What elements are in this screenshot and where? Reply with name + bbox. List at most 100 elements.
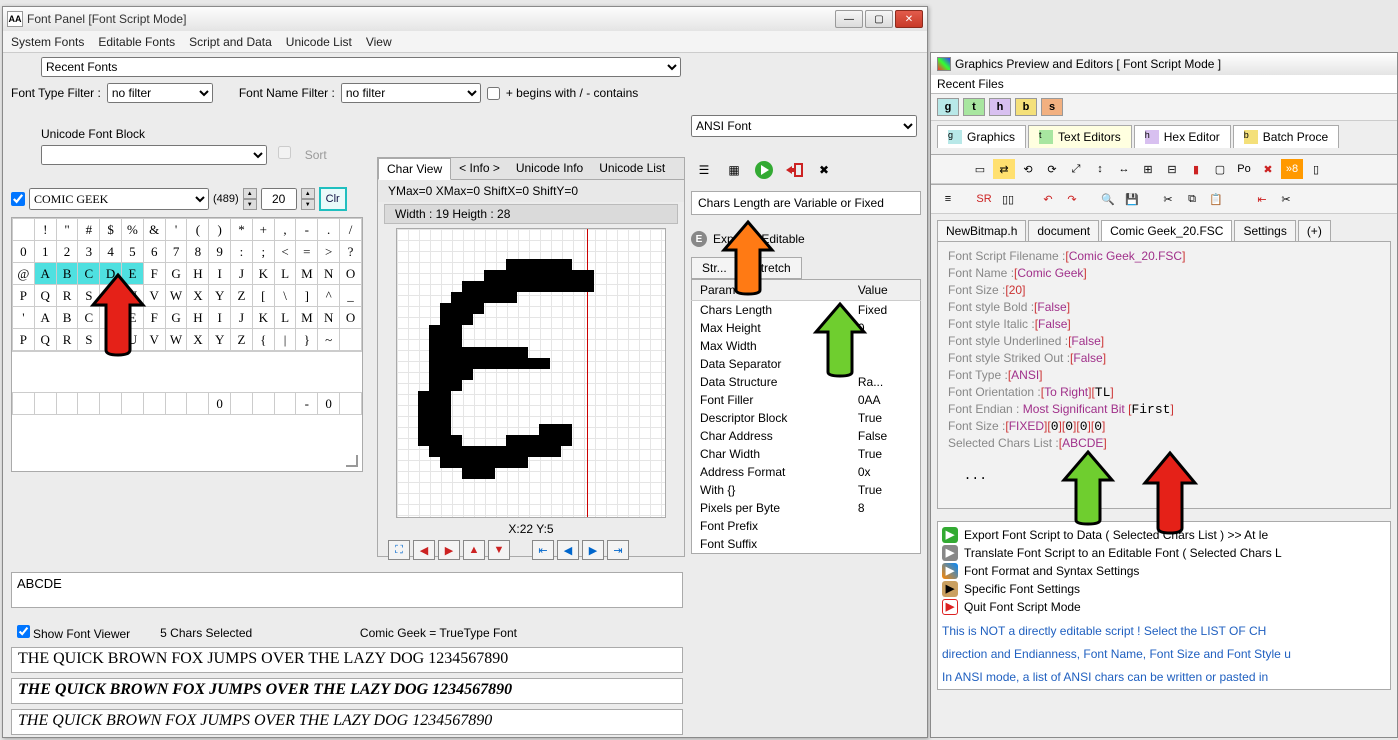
tool-icon[interactable]: »8 <box>1281 159 1303 179</box>
glyph-cell[interactable]: N <box>318 263 340 285</box>
nav-fit-icon[interactable]: ⛶ <box>388 540 410 560</box>
tab-structure[interactable]: Str... <box>691 257 738 279</box>
glyph-cell[interactable]: ? <box>340 241 362 263</box>
tool-icon[interactable]: ⊟ <box>1161 159 1183 179</box>
cut-icon[interactable]: ✂ <box>1157 189 1179 209</box>
glyph-cell[interactable]: D <box>100 263 122 285</box>
glyph-cell[interactable]: L <box>274 307 296 329</box>
tool-icon[interactable]: ▭ <box>969 159 991 179</box>
glyph-cell[interactable]: W <box>165 285 187 307</box>
glyph-cell[interactable]: ' <box>13 307 35 329</box>
glyph-cell[interactable]: 3 <box>78 241 100 263</box>
count-spinner[interactable]: ▲▼ <box>243 188 257 210</box>
glyph-cell[interactable]: H <box>187 263 209 285</box>
tool-icon[interactable]: ↔ <box>1113 159 1135 179</box>
glyph-cell[interactable]: ; <box>252 241 274 263</box>
maximize-button[interactable]: ▢ <box>865 10 893 28</box>
show-viewer-checkbox[interactable] <box>17 625 30 638</box>
nav-next2-icon[interactable]: ▶ <box>582 540 604 560</box>
action-item[interactable]: ▶Quit Font Script Mode <box>942 598 1386 616</box>
nav-prev-icon[interactable]: ◀ <box>413 540 435 560</box>
exit-icon[interactable]: ⇤ <box>1251 189 1273 209</box>
glyph-cell[interactable]: < <box>274 241 296 263</box>
right-tab[interactable]: hHex Editor <box>1134 125 1231 148</box>
glyph-cell[interactable]: T <box>100 329 122 351</box>
tab-info[interactable]: < Info > <box>451 158 508 179</box>
menu-icon[interactable]: ≡ <box>937 189 959 209</box>
glyph-cell[interactable]: & <box>143 219 165 241</box>
glyph-cell[interactable]: > <box>318 241 340 263</box>
code-area[interactable]: Font Script Filename :[Comic Geek_20.FSC… <box>937 241 1391 509</box>
export-icon[interactable] <box>781 157 807 183</box>
font-name-select[interactable]: COMIC GEEK <box>29 188 209 210</box>
glyph-cell[interactable]: K <box>252 307 274 329</box>
glyph-cell[interactable]: R <box>56 329 78 351</box>
glyph-cell[interactable]: Z <box>231 285 253 307</box>
glyph-cell[interactable]: U <box>122 329 144 351</box>
size-spinner[interactable]: ▲▼ <box>301 188 315 210</box>
recent-files-label[interactable]: Recent Files <box>931 75 1397 94</box>
glyph-cell[interactable]: $ <box>100 219 122 241</box>
right-tab[interactable]: bBatch Proce <box>1233 125 1339 148</box>
tool-icon[interactable]: ▢ <box>1209 159 1231 179</box>
file-chip[interactable]: b <box>1015 98 1037 116</box>
nav-prev2-icon[interactable]: ◀ <box>557 540 579 560</box>
glyph-cell[interactable]: 7 <box>165 241 187 263</box>
glyph-cell[interactable]: Y <box>209 329 231 351</box>
find-icon[interactable]: 🔍 <box>1097 189 1119 209</box>
glyph-cell[interactable]: \ <box>274 285 296 307</box>
redo-icon[interactable]: ↷ <box>1061 189 1083 209</box>
columns-icon[interactable]: ▯▯ <box>997 189 1019 209</box>
glyph-cell[interactable]: ] <box>296 285 318 307</box>
glyph-cell[interactable]: B <box>56 307 78 329</box>
glyph-cell[interactable]: O <box>340 263 362 285</box>
action-item[interactable]: ▶Specific Font Settings <box>942 580 1386 598</box>
recent-fonts-select[interactable]: Recent Fonts <box>41 57 681 77</box>
encoding-select[interactable]: ANSI Font <box>691 115 917 137</box>
font-size-input[interactable] <box>261 188 297 210</box>
glyph-cell[interactable]: W <box>165 329 187 351</box>
tool-icon[interactable]: Po <box>1233 159 1255 179</box>
glyph-cell[interactable] <box>340 329 362 351</box>
glyph-cell[interactable]: B <box>56 263 78 285</box>
tab-unicode-info[interactable]: Unicode Info <box>508 158 591 179</box>
file-chip[interactable]: t <box>963 98 985 116</box>
play-icon[interactable] <box>751 157 777 183</box>
glyph-cell[interactable]: L <box>274 263 296 285</box>
glyph-cell[interactable] <box>13 219 35 241</box>
glyph-cell[interactable]: ' <box>165 219 187 241</box>
glyph-cell[interactable]: 9 <box>209 241 231 263</box>
font-type-filter-select[interactable]: no filter <box>107 83 213 103</box>
glyph-cell[interactable]: D <box>100 307 122 329</box>
action-item[interactable]: ▶Font Format and Syntax Settings <box>942 562 1386 580</box>
glyph-cell[interactable]: Q <box>34 329 56 351</box>
glyph-cell[interactable]: [ <box>252 285 274 307</box>
selected-chars-box[interactable]: ABCDE <box>11 572 683 608</box>
doc-tab[interactable]: NewBitmap.h <box>937 220 1026 241</box>
glyph-cell[interactable]: / <box>340 219 362 241</box>
tool-icon[interactable]: ⤢ <box>1065 159 1087 179</box>
glyph-cell[interactable]: + <box>252 219 274 241</box>
paste-icon[interactable]: 📋 <box>1205 189 1227 209</box>
tool-icon[interactable]: ⟳ <box>1041 159 1063 179</box>
glyph-cell[interactable]: R <box>56 285 78 307</box>
glyph-cell[interactable]: V <box>143 329 165 351</box>
tool-icon[interactable]: ▯ <box>1305 159 1327 179</box>
copy-icon[interactable]: ⧉ <box>1181 189 1203 209</box>
tab-stretch[interactable]: Stretch <box>742 257 802 279</box>
glyph-grid[interactable]: !"#$%&'()*+,-./0123456789:;<=>?@ABCDEFGH… <box>11 217 363 472</box>
doc-tab[interactable]: (+) <box>1298 220 1331 241</box>
nav-first-icon[interactable]: ⇤ <box>532 540 554 560</box>
glyph-cell[interactable]: X <box>187 285 209 307</box>
glyph-cell[interactable]: 0 <box>13 241 35 263</box>
glyph-cell[interactable]: - <box>296 219 318 241</box>
glyph-cell[interactable]: ( <box>187 219 209 241</box>
glyph-cell[interactable]: C <box>78 263 100 285</box>
grid-tool-icon[interactable]: ▦ <box>721 157 747 183</box>
menu-editable-fonts[interactable]: Editable Fonts <box>98 35 175 49</box>
glyph-cell[interactable]: T <box>100 285 122 307</box>
minimize-button[interactable]: — <box>835 10 863 28</box>
nav-down-icon[interactable]: ▼ <box>488 540 510 560</box>
glyph-cell[interactable]: V <box>143 285 165 307</box>
glyph-cell[interactable]: % <box>122 219 144 241</box>
